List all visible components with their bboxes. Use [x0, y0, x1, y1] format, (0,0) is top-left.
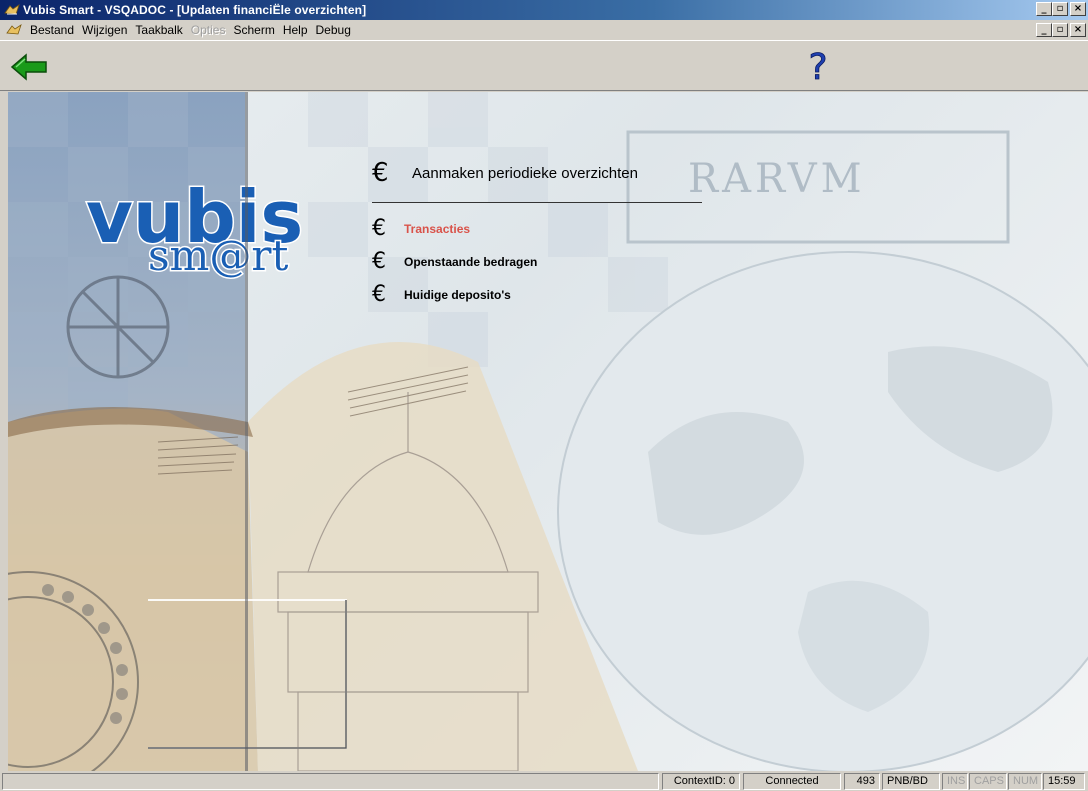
- menu-opties: Opties: [190, 23, 226, 37]
- heading-rule: [372, 202, 702, 203]
- mdi-minimize-button[interactable]: _: [1036, 23, 1052, 37]
- menu-help[interactable]: Help: [279, 23, 312, 37]
- menu-item-openstaande-bedragen[interactable]: € Openstaande bedragen: [372, 248, 537, 276]
- menu-item-label[interactable]: Openstaande bedragen: [404, 255, 537, 269]
- menu-bar: Bestand Wijzigen Taakbalk Opties Scherm …: [0, 20, 1088, 40]
- logo-line2: sm@rt: [148, 231, 288, 280]
- menu-item-label[interactable]: Huidige deposito's: [404, 288, 511, 302]
- menu-item-huidige-depositos[interactable]: € Huidige deposito's: [372, 281, 511, 309]
- minimize-button[interactable]: _: [1036, 2, 1052, 16]
- menu-item-label[interactable]: Transacties: [404, 222, 470, 236]
- window-title: Vubis Smart - VSQADOC - [Updaten financi…: [23, 3, 367, 17]
- menu-heading: € Aanmaken periodieke overzichten: [372, 159, 638, 187]
- menu-item-transacties[interactable]: € Transacties: [372, 215, 470, 243]
- status-message-panel: [2, 773, 659, 790]
- status-ins: INS: [942, 773, 968, 790]
- title-bar[interactable]: Vubis Smart - VSQADOC - [Updaten financi…: [0, 0, 1088, 20]
- help-glyph: ?: [808, 47, 827, 87]
- menu-heading-label: Aanmaken periodieke overzichten: [412, 164, 638, 182]
- euro-icon: €: [372, 158, 389, 188]
- vertical-divider: [245, 92, 248, 771]
- menu-scherm[interactable]: Scherm: [229, 23, 278, 37]
- question-mark-icon[interactable]: ?: [804, 43, 832, 87]
- toolbar: ?: [0, 40, 1088, 91]
- euro-icon: €: [372, 282, 386, 307]
- status-time: 15:59: [1043, 773, 1085, 790]
- main-canvas: RARVM vubis sm@rt € Aanmaken periodieke …: [8, 92, 1088, 771]
- menu-debug[interactable]: Debug: [312, 23, 355, 37]
- mdi-restore-button[interactable]: ▫: [1052, 23, 1068, 37]
- status-caps: CAPS: [969, 773, 1007, 790]
- euro-icon: €: [372, 249, 386, 274]
- app-icon: [4, 4, 20, 15]
- background-artwork: RARVM vubis sm@rt: [8, 92, 1088, 771]
- menu-bestand[interactable]: Bestand: [26, 23, 78, 37]
- status-num: NUM: [1008, 773, 1042, 790]
- mdi-close-button[interactable]: ×: [1070, 23, 1086, 37]
- menu-taakbalk[interactable]: Taakbalk: [131, 23, 186, 37]
- status-location: PNB/BD: [882, 773, 940, 790]
- back-arrow-icon[interactable]: [10, 53, 48, 81]
- close-button[interactable]: ×: [1070, 2, 1086, 16]
- euro-icon: €: [372, 216, 386, 241]
- status-context: ContextID: 0: [662, 773, 740, 790]
- document-icon: [6, 24, 22, 35]
- maximize-button[interactable]: ▫: [1052, 2, 1068, 16]
- status-connection: Connected: [743, 773, 841, 790]
- status-count: 493: [844, 773, 880, 790]
- map-frame-text: RARVM: [688, 156, 866, 202]
- menu-wijzigen[interactable]: Wijzigen: [78, 23, 131, 37]
- status-bar: ContextID: 0 Connected 493 PNB/BD INS CA…: [0, 771, 1088, 791]
